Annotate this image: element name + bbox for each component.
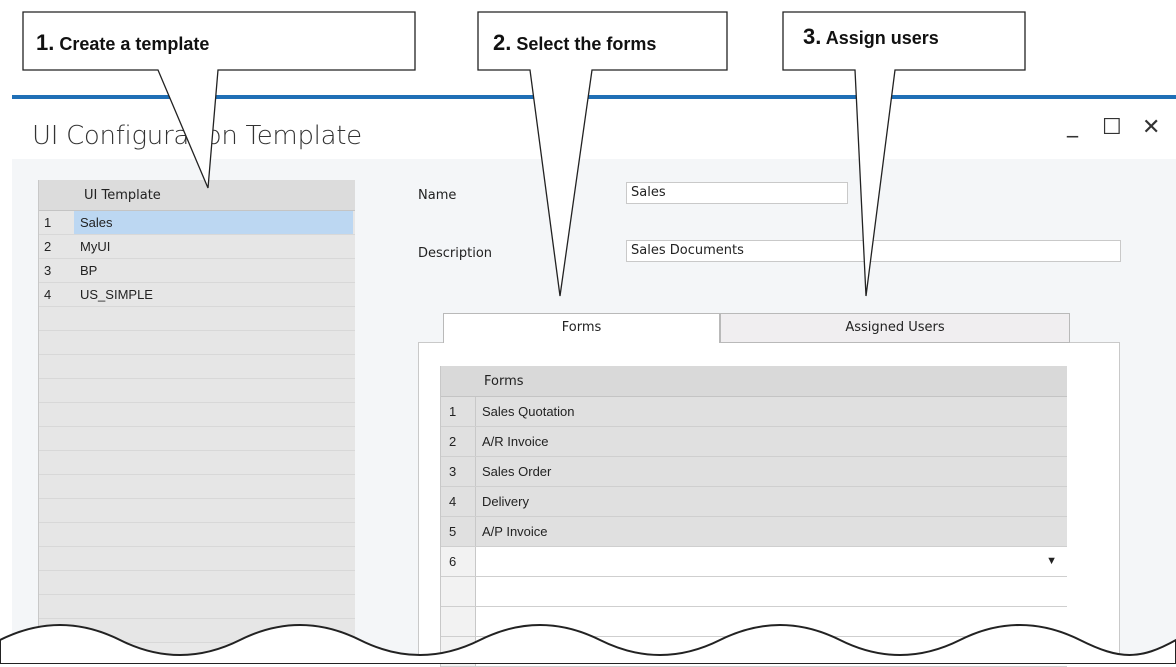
callout-1-text: Create a template	[59, 34, 210, 54]
callout-3-text: Assign users	[825, 28, 939, 48]
callout-1-number: 1.	[36, 30, 55, 55]
callout-3-shape	[782, 11, 1026, 297]
callout-2-number: 2.	[493, 30, 512, 55]
callout-overlay	[22, 11, 1026, 297]
callout-2-label: 2. Select the forms	[493, 30, 656, 56]
callout-2-text: Select the forms	[516, 34, 657, 54]
callout-3-number: 3.	[803, 24, 822, 49]
callout-1-label: 1. Create a template	[36, 30, 209, 56]
callout-3-label: 3. Assign users	[803, 24, 939, 50]
torn-edge-divider	[0, 624, 1176, 664]
